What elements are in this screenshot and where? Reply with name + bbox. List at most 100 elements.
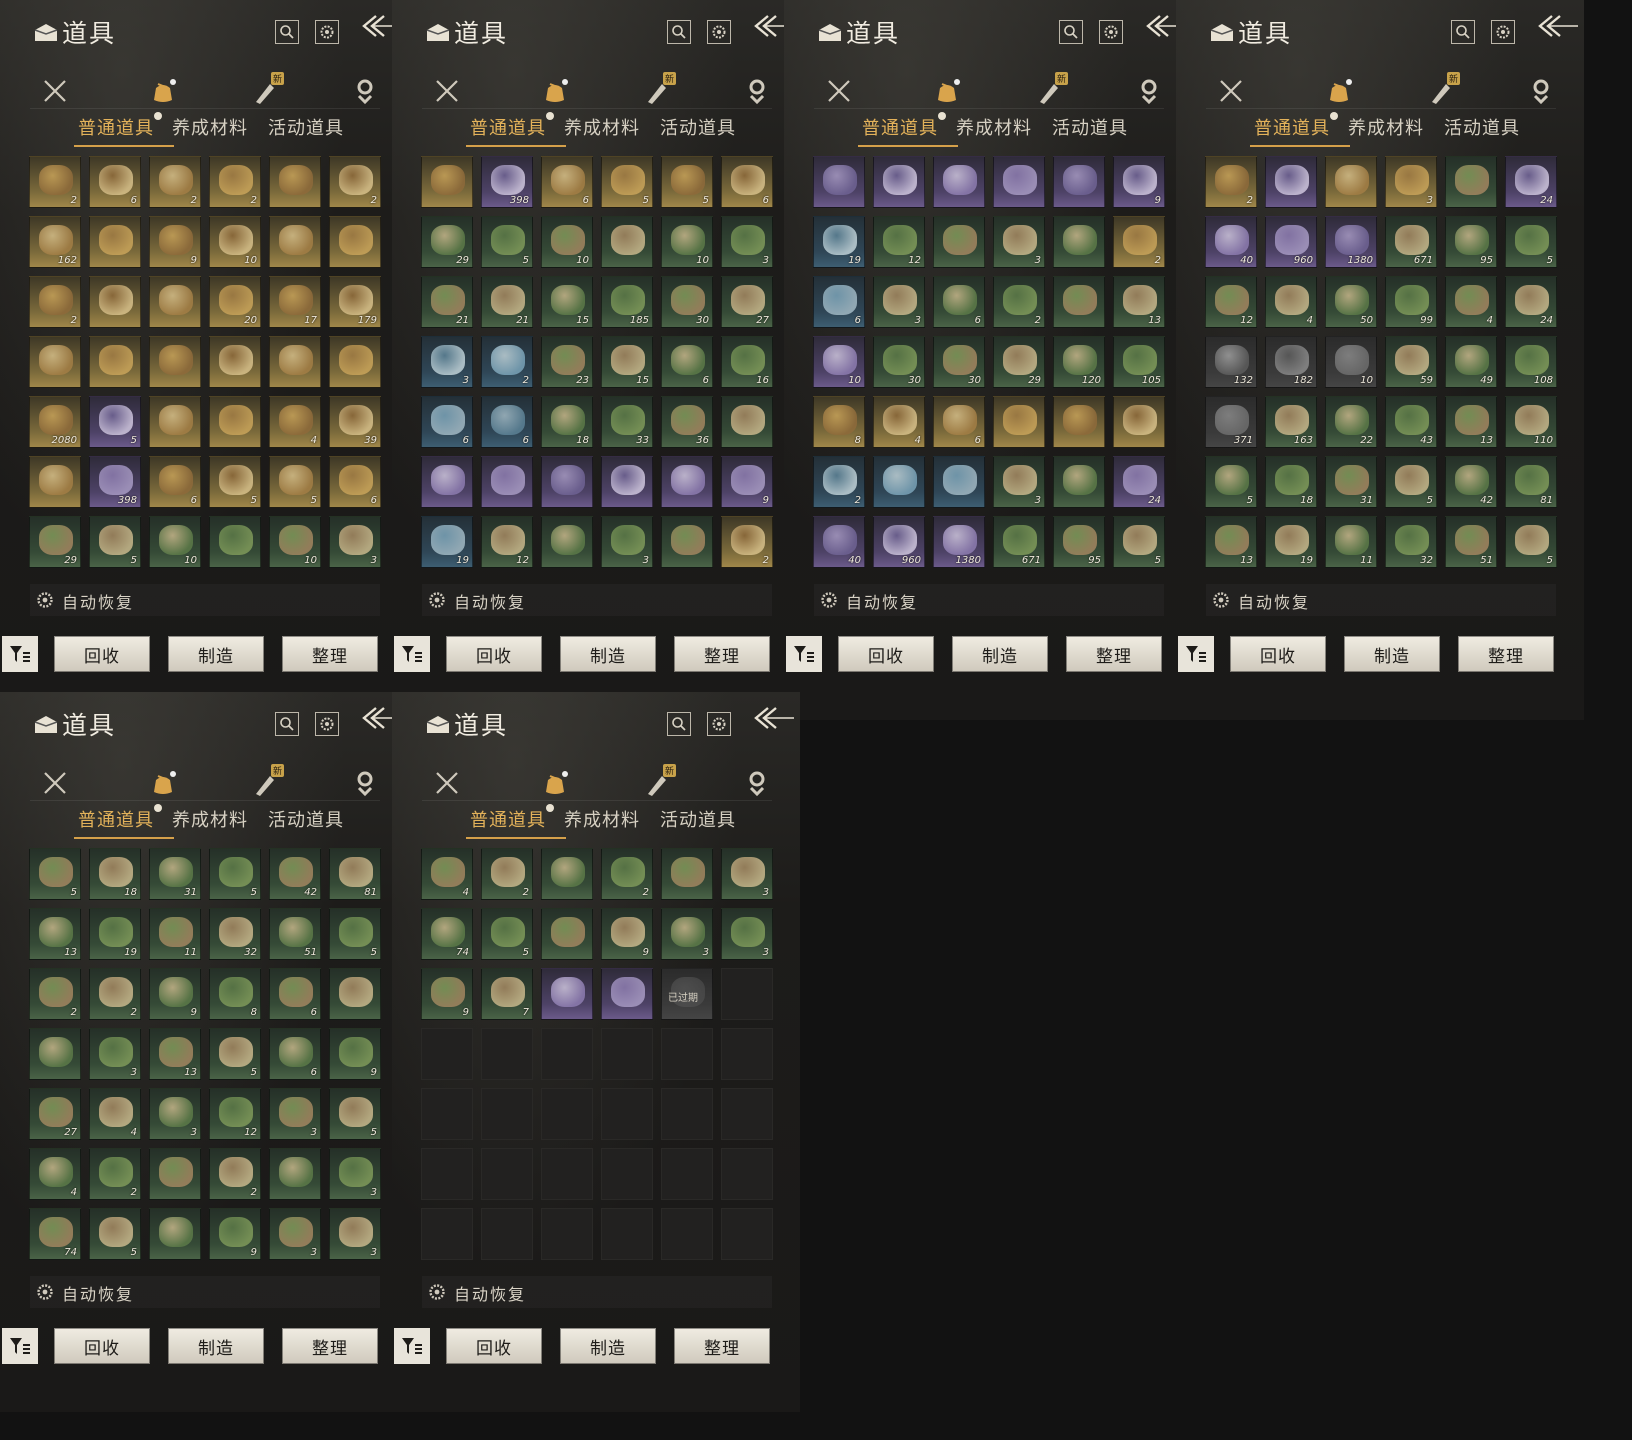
item-slot[interactable]: 9 <box>721 456 773 508</box>
tab-tokens[interactable] <box>1526 76 1556 106</box>
item-slot[interactable] <box>89 216 141 268</box>
item-slot[interactable]: 5 <box>329 908 381 960</box>
item-slot[interactable]: 105 <box>1113 336 1165 388</box>
item-slot[interactable] <box>209 336 261 388</box>
item-slot[interactable]: 398 <box>481 156 533 208</box>
item-slot[interactable]: 11 <box>149 908 201 960</box>
item-slot[interactable]: 39 <box>329 396 381 448</box>
auto-restore-toggle[interactable]: 自动恢复 <box>1206 584 1556 616</box>
item-slot[interactable]: 4 <box>1445 276 1497 328</box>
sort-button[interactable]: 整理 <box>674 636 770 672</box>
tab-common-items[interactable]: 普通道具 <box>1254 112 1338 140</box>
item-slot[interactable]: 2 <box>1113 216 1165 268</box>
item-slot[interactable]: 81 <box>329 848 381 900</box>
item-slot[interactable]: 2080 <box>29 396 81 448</box>
item-slot[interactable]: 3 <box>993 216 1045 268</box>
tab-tokens[interactable] <box>742 768 772 798</box>
item-slot[interactable]: 23 <box>541 336 593 388</box>
item-slot[interactable]: 42 <box>269 848 321 900</box>
item-slot[interactable]: 3 <box>661 908 713 960</box>
item-slot[interactable] <box>721 396 773 448</box>
item-slot[interactable]: 6 <box>421 396 473 448</box>
tab-tokens[interactable] <box>350 768 380 798</box>
item-slot[interactable]: 671 <box>993 516 1045 568</box>
item-slot[interactable] <box>149 276 201 328</box>
settings-button[interactable] <box>1491 20 1515 44</box>
tab-common-items[interactable]: 普通道具 <box>862 112 946 140</box>
auto-restore-toggle[interactable]: 自动恢复 <box>814 584 1164 616</box>
item-slot[interactable]: 5 <box>29 848 81 900</box>
item-slot[interactable]: 5 <box>89 516 141 568</box>
item-slot[interactable]: 13 <box>1113 276 1165 328</box>
item-slot[interactable] <box>933 156 985 208</box>
item-slot[interactable]: 31 <box>1325 456 1377 508</box>
item-slot[interactable] <box>1053 156 1105 208</box>
item-slot[interactable] <box>329 336 381 388</box>
item-slot[interactable]: 108 <box>1505 336 1557 388</box>
filter-button[interactable] <box>394 636 430 672</box>
item-slot[interactable] <box>149 396 201 448</box>
sort-button[interactable]: 整理 <box>674 1328 770 1364</box>
item-slot[interactable]: 8 <box>813 396 865 448</box>
item-slot[interactable]: 120 <box>1053 336 1105 388</box>
item-slot[interactable]: 31 <box>149 848 201 900</box>
item-slot[interactable]: 9 <box>601 908 653 960</box>
item-slot[interactable]: 19 <box>89 908 141 960</box>
craft-button[interactable]: 制造 <box>952 636 1048 672</box>
sort-button[interactable]: 整理 <box>282 636 378 672</box>
item-slot[interactable]: 5 <box>89 1208 141 1260</box>
item-slot[interactable]: 21 <box>481 276 533 328</box>
item-slot[interactable] <box>269 1148 321 1200</box>
item-slot[interactable]: 36 <box>661 396 713 448</box>
item-slot[interactable] <box>1053 276 1105 328</box>
filter-button[interactable] <box>2 1328 38 1364</box>
item-slot[interactable]: 3 <box>329 516 381 568</box>
item-slot[interactable]: 960 <box>1265 216 1317 268</box>
search-button[interactable] <box>1059 20 1083 44</box>
item-slot[interactable]: 10 <box>209 216 261 268</box>
item-slot[interactable]: 6 <box>149 456 201 508</box>
item-slot[interactable] <box>661 516 713 568</box>
item-slot[interactable]: 11 <box>1325 516 1377 568</box>
tab-tokens[interactable] <box>1134 76 1164 106</box>
item-slot[interactable]: 671 <box>1385 216 1437 268</box>
tab-items[interactable] <box>540 768 570 798</box>
item-slot[interactable]: 6 <box>269 1028 321 1080</box>
item-slot[interactable]: 12 <box>1205 276 1257 328</box>
item-slot[interactable] <box>89 336 141 388</box>
item-slot[interactable]: 398 <box>89 456 141 508</box>
sort-button[interactable]: 整理 <box>1458 636 1554 672</box>
item-slot[interactable]: 2 <box>721 516 773 568</box>
item-slot[interactable]: 3 <box>329 1148 381 1200</box>
item-slot[interactable]: 19 <box>1265 516 1317 568</box>
item-slot[interactable]: 2 <box>29 276 81 328</box>
tab-items[interactable] <box>148 76 178 106</box>
item-slot[interactable]: 13 <box>1205 516 1257 568</box>
item-slot[interactable]: 6 <box>269 968 321 1020</box>
item-slot[interactable]: 59 <box>1385 336 1437 388</box>
item-slot[interactable]: 27 <box>29 1088 81 1140</box>
item-slot[interactable]: 371 <box>1205 396 1257 448</box>
item-slot[interactable]: 3 <box>89 1028 141 1080</box>
item-slot[interactable]: 29 <box>993 336 1045 388</box>
item-slot[interactable] <box>601 968 653 1020</box>
tab-weapons[interactable] <box>824 76 854 106</box>
item-slot[interactable]: 40 <box>1205 216 1257 268</box>
tab-items[interactable] <box>540 76 570 106</box>
item-slot[interactable]: 2 <box>481 848 533 900</box>
item-slot[interactable]: 185 <box>601 276 653 328</box>
item-slot[interactable]: 99 <box>1385 276 1437 328</box>
item-slot[interactable]: 5 <box>1385 456 1437 508</box>
item-slot[interactable] <box>1325 156 1377 208</box>
item-slot[interactable]: 4 <box>29 1148 81 1200</box>
item-slot[interactable]: 5 <box>481 216 533 268</box>
item-slot[interactable] <box>541 848 593 900</box>
item-slot[interactable] <box>269 336 321 388</box>
tab-event-items[interactable]: 活动道具 <box>1444 114 1520 140</box>
item-slot[interactable]: 13 <box>1445 396 1497 448</box>
tab-event-items[interactable]: 活动道具 <box>268 806 344 832</box>
item-slot[interactable] <box>1265 156 1317 208</box>
craft-button[interactable]: 制造 <box>168 1328 264 1364</box>
item-slot[interactable] <box>541 516 593 568</box>
item-slot[interactable]: 33 <box>601 396 653 448</box>
